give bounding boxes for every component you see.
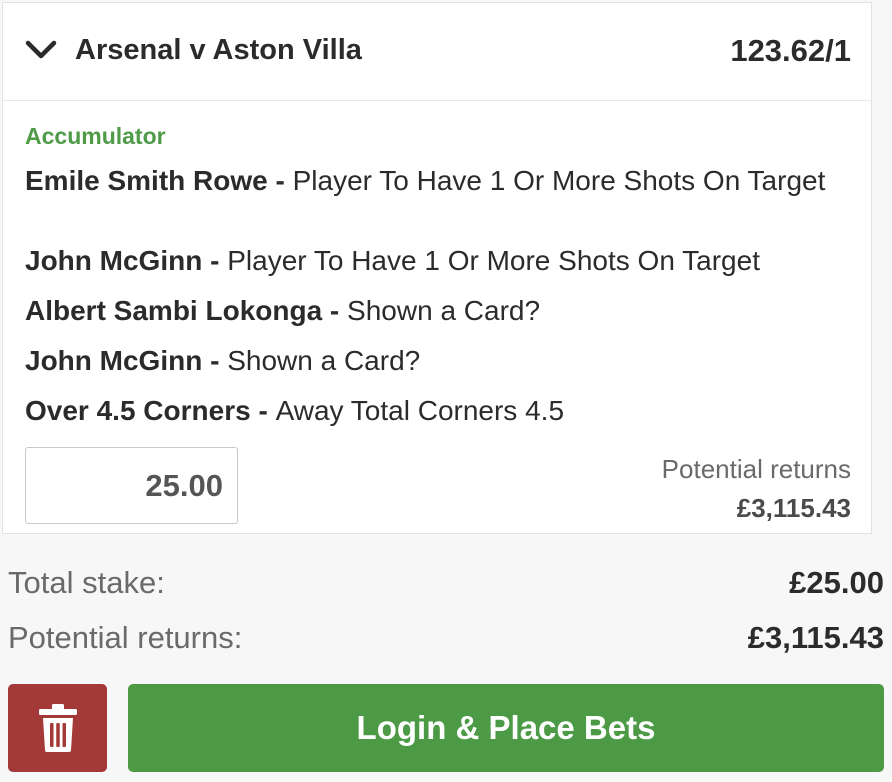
trash-icon (39, 704, 77, 752)
selection-item: Emile Smith Rowe - Player To Have 1 Or M… (25, 166, 845, 246)
selection-list: Emile Smith Rowe - Player To Have 1 Or M… (25, 166, 845, 436)
selection-player: Over 4.5 Corners (25, 395, 251, 426)
selection-separator: - (202, 245, 228, 276)
selection-item: Over 4.5 Corners - Away Total Corners 4.… (25, 396, 845, 436)
selection-market: Player To Have 1 Or More Shots On Target (292, 165, 826, 196)
selection-separator: - (202, 345, 228, 376)
selection-market: Away Total Corners 4.5 (275, 395, 565, 426)
stake-input[interactable] (25, 447, 238, 524)
selection-item: John McGinn - Shown a Card? (25, 346, 845, 396)
delete-bets-button[interactable] (8, 684, 107, 772)
card-potential-returns-value: £3,115.43 (736, 493, 851, 523)
selection-market: Player To Have 1 Or More Shots On Target (227, 245, 760, 276)
card-potential-returns-label: Potential returns (661, 454, 851, 484)
potential-returns-value: £3,115.43 (747, 620, 884, 655)
bet-type-label: Accumulator (25, 123, 166, 149)
event-title: Arsenal v Aston Villa (75, 34, 362, 66)
login-place-bets-button[interactable]: Login & Place Bets (128, 684, 884, 772)
selection-player: Albert Sambi Lokonga (25, 295, 323, 326)
bet-odds: 123.62/1 (730, 33, 851, 68)
potential-returns-label: Potential returns: (8, 620, 243, 655)
selection-market: Shown a Card? (227, 345, 421, 376)
selection-item: Albert Sambi Lokonga - Shown a Card? (25, 296, 845, 346)
selection-separator: - (250, 395, 276, 426)
chevron-down-icon[interactable] (25, 39, 57, 61)
bet-card-header[interactable]: Arsenal v Aston Villa 123.62/1 (3, 3, 871, 101)
selection-separator: - (267, 165, 293, 196)
total-stake-value: £25.00 (789, 565, 884, 600)
total-stake-label: Total stake: (8, 565, 165, 600)
selection-separator: - (322, 295, 348, 326)
selection-player: John McGinn (25, 245, 203, 276)
selection-market: Shown a Card? (347, 295, 541, 326)
selection-player: Emile Smith Rowe (25, 165, 268, 196)
selection-item: John McGinn - Player To Have 1 Or More S… (25, 246, 845, 296)
bet-card: Arsenal v Aston Villa 123.62/1 Accumulat… (2, 2, 872, 534)
selection-player: John McGinn (25, 345, 203, 376)
